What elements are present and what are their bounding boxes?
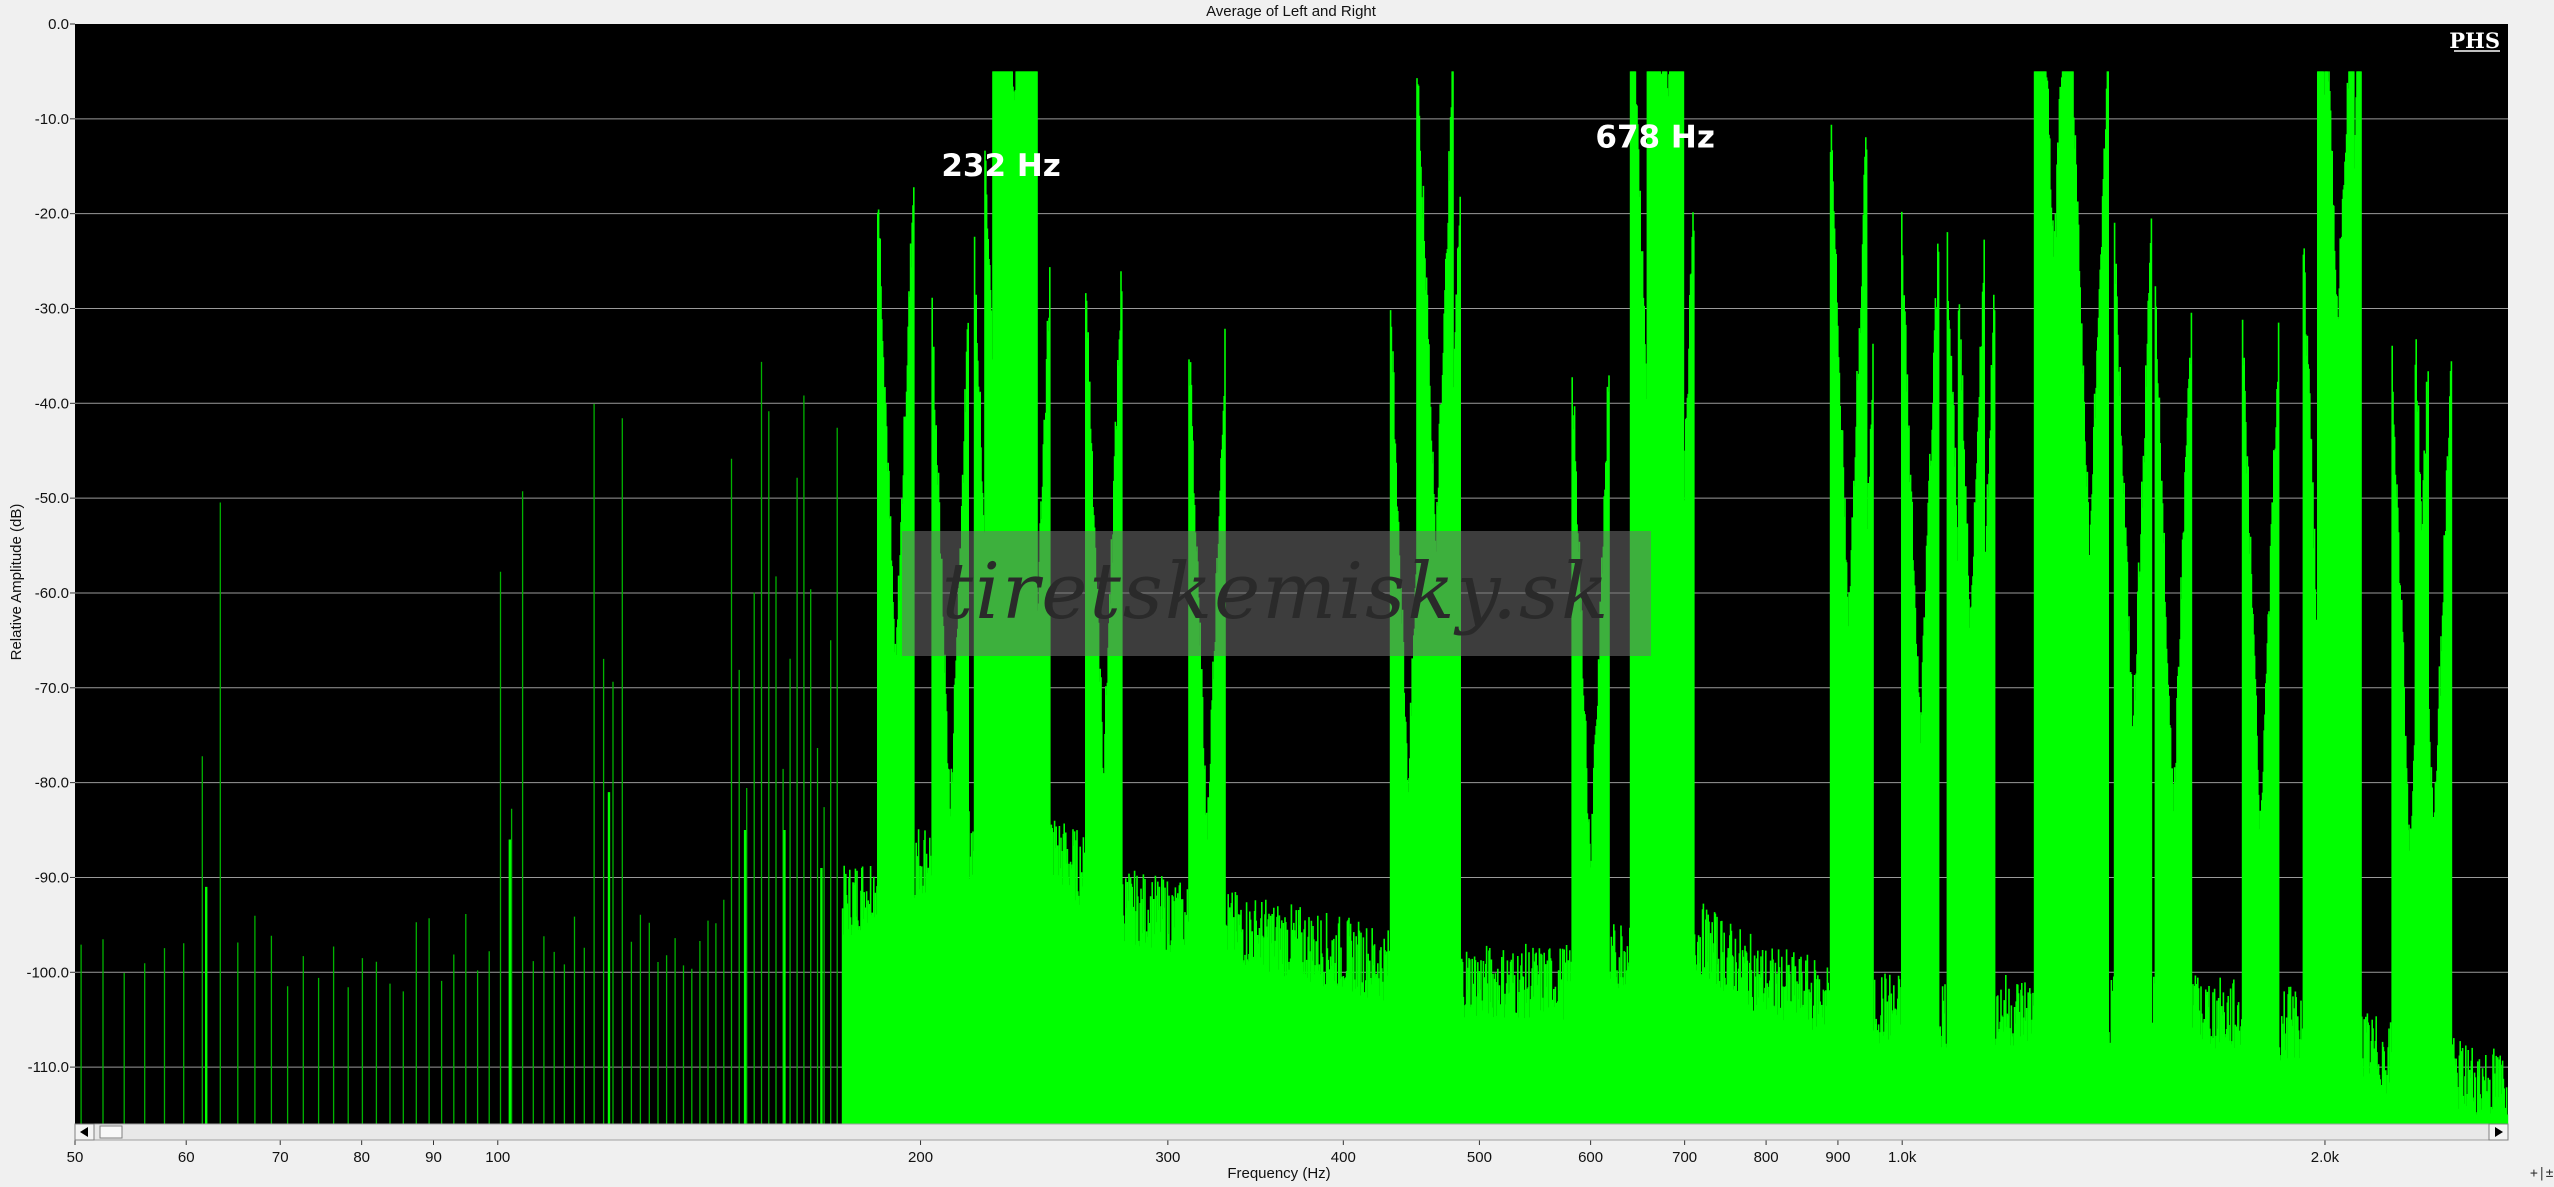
watermark: tiretskemisky.sk xyxy=(902,531,1651,656)
y-tick-label: -30.0 xyxy=(35,300,69,317)
x-tick-label: 400 xyxy=(1331,1149,1356,1166)
y-tick-label: -50.0 xyxy=(35,490,69,507)
x-axis-label: Frequency (Hz) xyxy=(1227,1165,1330,1182)
y-axis-ticks: 0.0 -10.0 -20.0 -30.0 -40.0 -50.0 -60.0 -70.0 -8… xyxy=(26,16,75,1076)
x-tick-label: 900 xyxy=(1825,1149,1850,1166)
x-tick-label: 200 xyxy=(908,1149,933,1166)
x-tick-label: 50 xyxy=(67,1149,84,1166)
x-tick-label: 100 xyxy=(485,1149,510,1166)
scrollbar-thumb[interactable] xyxy=(99,1125,123,1139)
peak-label: 678 Hz xyxy=(1595,120,1715,156)
watermark-text: tiretskemisky.sk xyxy=(942,547,1611,637)
x-tick-label: 500 xyxy=(1467,1149,1492,1166)
zoom-controls-glyph[interactable]: +|± xyxy=(2530,1166,2554,1181)
y-tick-label: 0.0 xyxy=(48,16,69,33)
x-tick-label: 70 xyxy=(272,1149,289,1166)
x-tick-label: 90 xyxy=(425,1149,442,1166)
y-tick-label: -100.0 xyxy=(26,964,69,981)
y-tick-label: -70.0 xyxy=(35,680,69,697)
x-tick-label: 80 xyxy=(353,1149,370,1166)
y-tick-label: -80.0 xyxy=(35,775,69,792)
peak-label: 232 Hz xyxy=(941,148,1061,184)
x-tick-label: 700 xyxy=(1672,1149,1697,1166)
x-tick-label: 300 xyxy=(1155,1149,1180,1166)
y-tick-label: -40.0 xyxy=(35,395,69,412)
y-axis-label: Relative Amplitude (dB) xyxy=(8,504,25,661)
spectrum-chart: Average of Left and Right tiretskemisky.… xyxy=(8,3,2554,1182)
x-tick-label: 60 xyxy=(178,1149,195,1166)
x-tick-label: 800 xyxy=(1754,1149,1779,1166)
chart-title: Average of Left and Right xyxy=(1206,3,1377,20)
scrollbar-track[interactable] xyxy=(74,1123,2509,1141)
x-tick-label: 2.0k xyxy=(2311,1149,2340,1166)
x-axis-ticks: 50 60 70 80 90 100 200 300 400 500 600 700 800 900 1.0… xyxy=(67,1140,2340,1166)
y-tick-label: -90.0 xyxy=(35,869,69,886)
y-tick-label: -110.0 xyxy=(28,1059,69,1076)
x-tick-label: 1.0k xyxy=(1888,1149,1917,1166)
horizontal-scrollbar[interactable] xyxy=(74,1123,2509,1141)
y-tick-label: -10.0 xyxy=(35,111,69,128)
x-tick-label: 600 xyxy=(1578,1149,1603,1166)
y-tick-label: -20.0 xyxy=(35,206,69,223)
y-tick-label: -60.0 xyxy=(35,585,69,602)
phs-logo: PHS xyxy=(2449,28,2500,53)
